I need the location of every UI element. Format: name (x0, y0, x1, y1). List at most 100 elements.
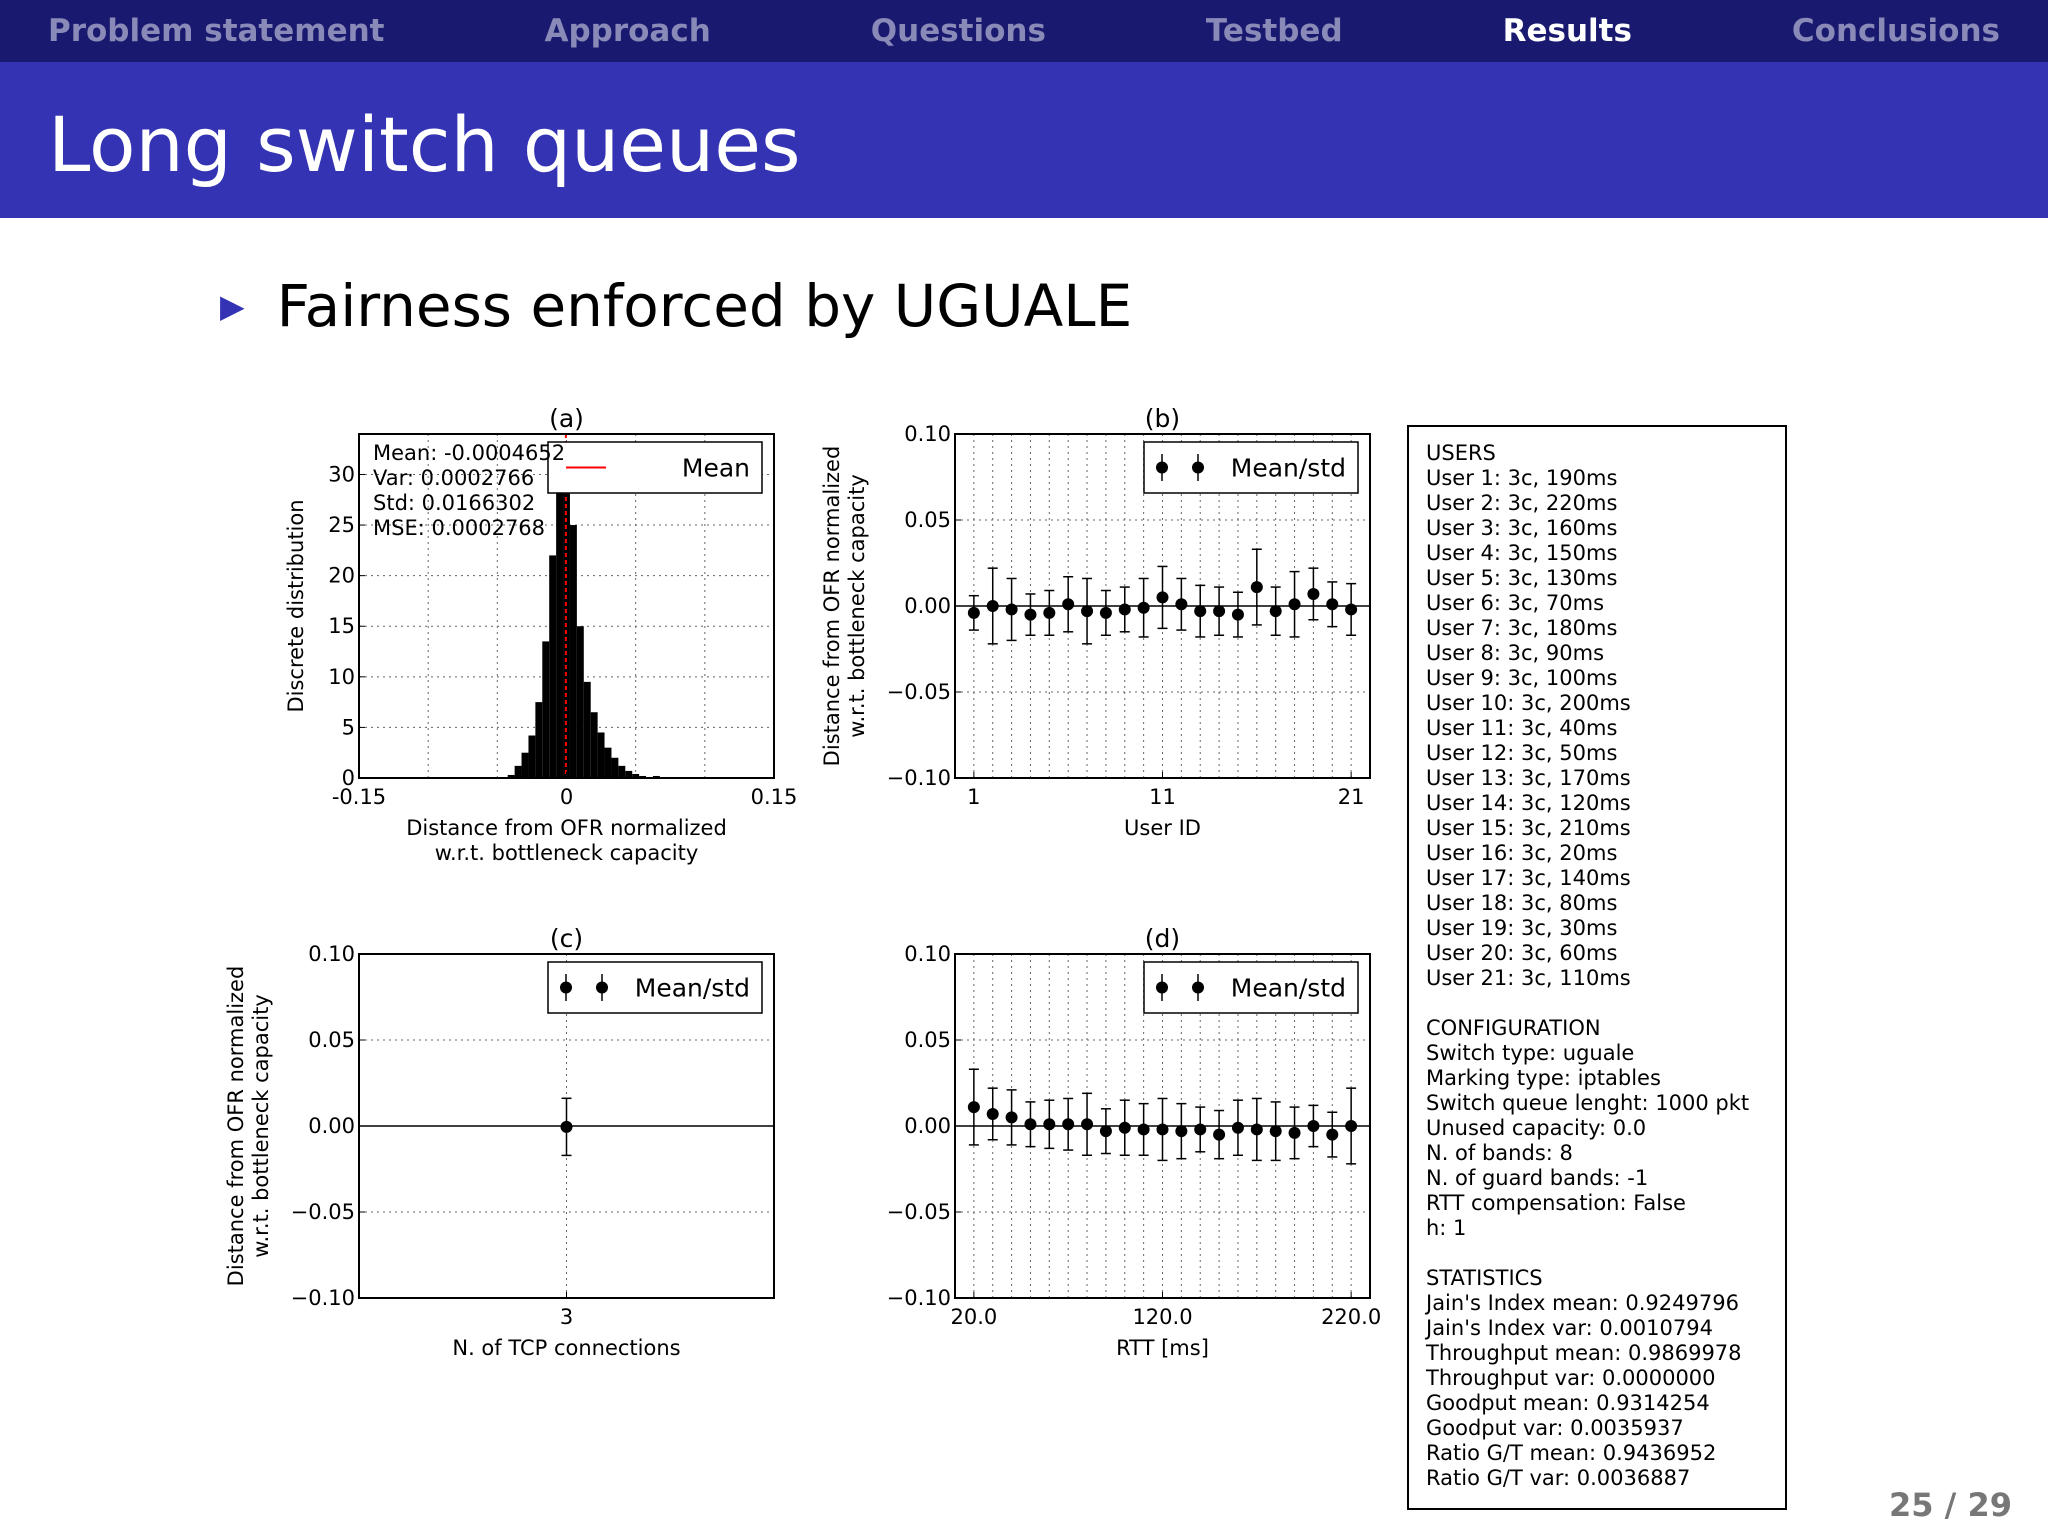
chart-title: (d) (1145, 924, 1180, 953)
legend-marker-swatch (1156, 981, 1168, 994)
info-line: RTT compensation: False (1426, 1191, 1686, 1215)
info-line: User 9: 3c, 100ms (1426, 666, 1618, 690)
histogram-bar (618, 765, 626, 778)
x-tick-label: 21 (1338, 785, 1365, 809)
histogram-bar (583, 681, 591, 778)
page-number: 25 / 29 (1888, 1486, 2012, 1524)
info-line: User 18: 3c, 80ms (1426, 891, 1618, 915)
data-point (1043, 1118, 1056, 1131)
chart-panel-b: 1 11 210.100.050.00−0.05−0.10(b)User IDDis… (820, 404, 1371, 840)
data-point (1118, 1121, 1131, 1134)
info-line: User 5: 3c, 130ms (1426, 566, 1618, 590)
info-line: Throughput var: 0.0000000 (1426, 1366, 1716, 1390)
info-line: Unused capacity: 0.0 (1426, 1116, 1647, 1140)
chart-title: (a) (549, 404, 584, 433)
data-point (1156, 591, 1169, 604)
y-tick-label: 0.05 (904, 508, 951, 532)
data-point (1307, 1120, 1320, 1132)
data-point (1250, 581, 1263, 594)
info-line: User 14: 3c, 120ms (1426, 791, 1631, 815)
data-point (1062, 598, 1075, 611)
data-point (560, 1120, 573, 1133)
data-point (1024, 608, 1037, 621)
x-axis-label: N. of TCP connections (452, 1336, 680, 1360)
data-point (1175, 1125, 1188, 1138)
y-tick-label: 0.05 (308, 1028, 355, 1052)
info-heading: STATISTICS (1426, 1266, 1543, 1290)
y-axis-label: Distance from OFR normalized (224, 966, 248, 1287)
legend: Mean (547, 441, 763, 494)
y-tick-label: 15 (328, 614, 355, 638)
y-tick-label: 5 (342, 715, 355, 739)
data-point (1194, 605, 1207, 618)
data-point (1137, 601, 1150, 614)
y-tick-label: 0 (342, 766, 355, 790)
x-tick-label: 1 (967, 785, 980, 809)
data-point (1005, 603, 1018, 616)
legend-marker-swatch (1192, 461, 1204, 474)
chart-title: (b) (1145, 404, 1180, 433)
legend: Mean/std (1143, 961, 1359, 1014)
info-line: User 6: 3c, 70ms (1426, 591, 1605, 615)
data-point (1269, 605, 1282, 618)
histogram-bar (569, 525, 577, 778)
x-axis-label: User ID (1124, 816, 1201, 840)
info-line: Jain's Index mean: 0.9249796 (1426, 1291, 1739, 1315)
data-point (1081, 1118, 1094, 1131)
chart-title: (c) (550, 924, 583, 953)
legend-marker-swatch (560, 981, 572, 994)
data-point (986, 1107, 999, 1120)
info-section-users: USERS User 1: 3c, 190ms User 2: 3c, 220ms U… (1426, 441, 1785, 991)
x-tick-label: 0.15 (751, 785, 798, 809)
data-point (1345, 603, 1358, 616)
legend-label: Mean/std (1231, 974, 1346, 1003)
data-point (1326, 1128, 1339, 1141)
info-line: User 11: 3c, 40ms (1426, 716, 1618, 740)
info-line: User 1: 3c, 190ms (1426, 466, 1618, 490)
histogram-bar (535, 702, 543, 778)
histogram-bar (576, 626, 584, 778)
info-line: User 8: 3c, 90ms (1426, 641, 1605, 665)
legend-marker-swatch (1192, 981, 1204, 994)
histogram-bar (625, 770, 633, 778)
y-tick-label: 30 (328, 462, 355, 486)
histogram-bar (514, 765, 522, 778)
info-line: User 16: 3c, 20ms (1426, 841, 1618, 865)
data-point (967, 1101, 980, 1114)
legend: Mean/std (547, 961, 763, 1014)
histogram-bar (528, 735, 536, 778)
y-tick-label: −0.05 (887, 1200, 951, 1224)
x-tick-label: 220.0 (1321, 1305, 1381, 1329)
legend-marker-swatch (1156, 461, 1168, 474)
y-tick-label: −0.10 (887, 1286, 951, 1310)
y-tick-label: 0.10 (904, 422, 951, 446)
y-tick-label: −0.10 (887, 766, 951, 790)
x-tick-label: -0.15 (332, 785, 386, 809)
x-axis-label: w.r.t. bottleneck capacity (435, 841, 699, 865)
info-line: Throughput mean: 0.9869978 (1426, 1341, 1742, 1365)
y-tick-label: −0.05 (291, 1200, 355, 1224)
y-axis-label: w.r.t. bottleneck capacity (249, 994, 273, 1258)
data-point (1043, 606, 1056, 619)
data-point (1099, 1125, 1112, 1138)
legend-marker-swatch (596, 981, 608, 994)
info-line: Goodput var: 0.0035937 (1426, 1416, 1684, 1440)
y-axis-label: Discrete distribution (284, 499, 308, 712)
info-line: Ratio G/T mean: 0.9436952 (1426, 1441, 1717, 1465)
data-point (1194, 1123, 1207, 1136)
data-point (1231, 1121, 1244, 1134)
stats-text: Std: 0.0166302 (373, 491, 535, 515)
y-axis-label: Distance from OFR normalized (820, 446, 844, 767)
histogram-bar (597, 732, 605, 778)
info-line: User 10: 3c, 200ms (1426, 691, 1631, 715)
info-line: User 15: 3c, 210ms (1426, 816, 1631, 840)
histogram-bar (542, 641, 550, 778)
histogram-bar (549, 555, 557, 778)
stats-text: MSE: 0.0002768 (373, 516, 545, 540)
stats-text: Var: 0.0002766 (373, 466, 534, 490)
y-tick-label: 0.10 (904, 942, 951, 966)
legend-label: Mean/std (1231, 454, 1346, 483)
x-tick-label: 120.0 (1132, 1305, 1192, 1329)
y-tick-label: −0.05 (887, 680, 951, 704)
data-point (1081, 605, 1094, 618)
